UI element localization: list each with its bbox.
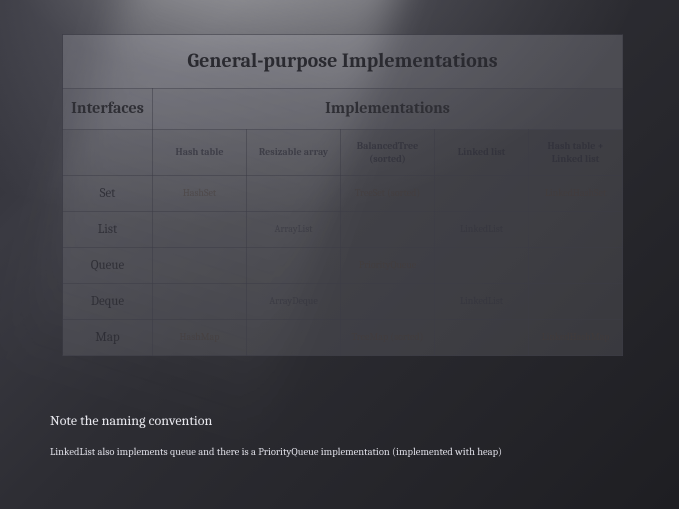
impl-cell (247, 248, 341, 284)
table-title: General-purpose Implementations (63, 35, 623, 89)
column-header-blank (63, 130, 153, 176)
impl-cell (435, 320, 529, 356)
note-naming-convention: Note the naming convention (50, 412, 212, 429)
interface-name: Map (63, 320, 153, 356)
interface-name: Set (63, 176, 153, 212)
table-title-row: General-purpose Implementations (63, 35, 623, 89)
impl-cell (435, 248, 529, 284)
impl-cell: LinkedHashSet (529, 176, 623, 212)
impl-cell: ArrayDeque (247, 284, 341, 320)
impl-cell (529, 212, 623, 248)
impl-cell: TreeMap (sorted) (341, 320, 435, 356)
table-row: Deque ArrayDeque LinkedList (63, 284, 623, 320)
header-interfaces: Interfaces (63, 89, 153, 130)
interface-name: List (63, 212, 153, 248)
impl-cell: HashMap (153, 320, 247, 356)
interface-name: Queue (63, 248, 153, 284)
impl-cell (529, 284, 623, 320)
column-header-balanced-tree: BalancedTree (sorted) (341, 130, 435, 176)
implementations-table: General-purpose Implementations Interfac… (62, 34, 623, 356)
interface-name: Deque (63, 284, 153, 320)
implementations-table-container: General-purpose Implementations Interfac… (62, 34, 622, 356)
impl-cell: ArrayList (247, 212, 341, 248)
impl-cell (247, 176, 341, 212)
note-linkedlist: LinkedList also implements queue and the… (50, 446, 502, 458)
impl-cell: LinkedList (435, 284, 529, 320)
impl-cell: PriorityQueue (341, 248, 435, 284)
impl-cell (247, 320, 341, 356)
table-header-row: Interfaces Implementations (63, 89, 623, 130)
impl-cell (153, 212, 247, 248)
column-header-hash-linked: Hash table + Linked list (529, 130, 623, 176)
impl-cell (529, 248, 623, 284)
impl-cell (153, 248, 247, 284)
impl-cell (435, 176, 529, 212)
table-row: Set HashSet TreeSet (sorted) LinkedHashS… (63, 176, 623, 212)
header-implementations: Implementations (153, 89, 623, 130)
table-row: Queue PriorityQueue (63, 248, 623, 284)
impl-cell: LinkedList (435, 212, 529, 248)
table-row: List ArrayList LinkedList (63, 212, 623, 248)
table-column-headers-row: Hash table Resizable array BalancedTree … (63, 130, 623, 176)
impl-cell: LinkedHashMap (529, 320, 623, 356)
column-header-resizable-array: Resizable array (247, 130, 341, 176)
impl-cell (341, 284, 435, 320)
impl-cell: TreeSet (sorted) (341, 176, 435, 212)
column-header-hash-table: Hash table (153, 130, 247, 176)
column-header-linked-list: Linked list (435, 130, 529, 176)
impl-cell: HashSet (153, 176, 247, 212)
impl-cell (341, 212, 435, 248)
table-row: Map HashMap TreeMap (sorted) LinkedHashM… (63, 320, 623, 356)
impl-cell (153, 284, 247, 320)
